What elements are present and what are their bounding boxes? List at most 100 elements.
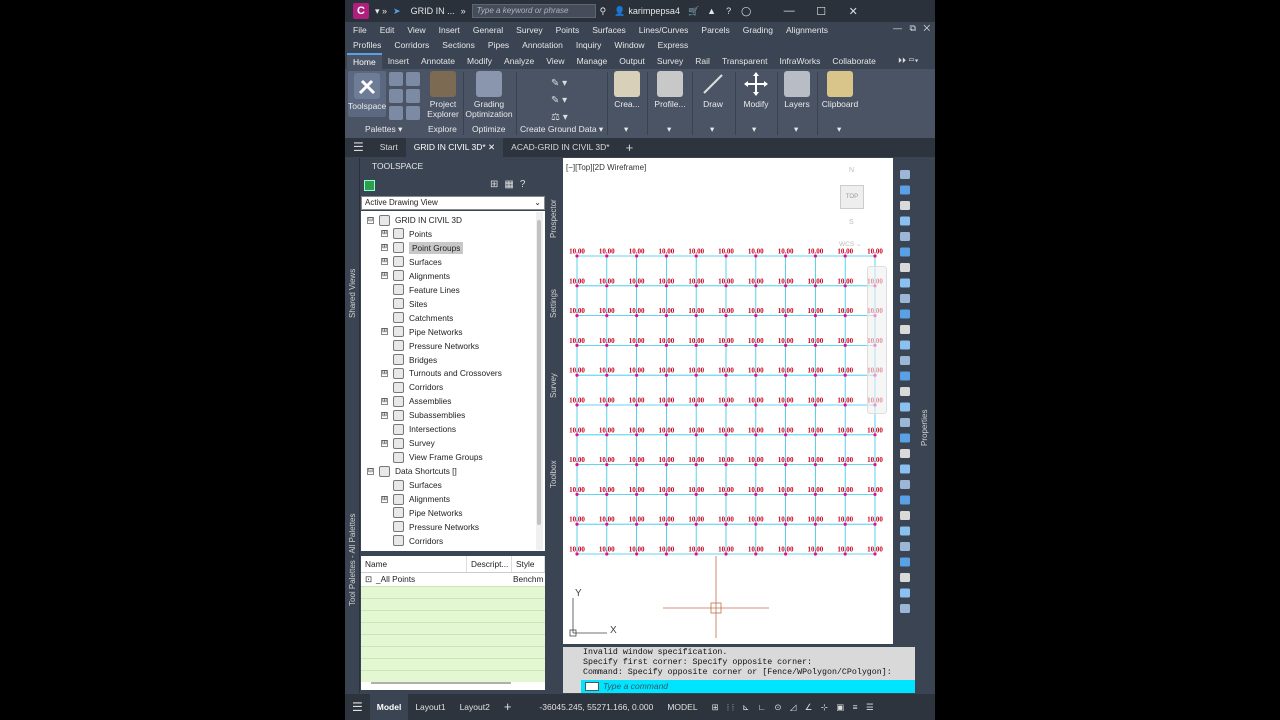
tab-grid-civil3d[interactable]: GRID IN CIVIL 3D* ✕ bbox=[405, 138, 504, 157]
tree-item[interactable]: Pressure Networks bbox=[381, 520, 479, 534]
app-logo-icon[interactable]: C bbox=[353, 3, 369, 19]
expand-icon[interactable]: ⊟ bbox=[367, 216, 374, 224]
toolbar-tool-icon[interactable] bbox=[900, 278, 910, 288]
toolspace-toolbar-icons[interactable]: ⊞▦? bbox=[490, 179, 531, 190]
search-input[interactable]: Type a keyword or phrase bbox=[471, 4, 596, 18]
ribbon-tab[interactable]: InfraWorks bbox=[773, 53, 826, 69]
toolbar-tool-icon[interactable] bbox=[900, 449, 910, 458]
expand-icon[interactable]: ⊞ bbox=[381, 258, 388, 266]
menu-item[interactable]: View bbox=[407, 25, 425, 35]
new-tab-button[interactable]: + bbox=[618, 138, 642, 157]
viewcube[interactable]: TOP bbox=[840, 185, 864, 209]
tab-layout2[interactable]: Layout2 bbox=[453, 694, 497, 720]
tool-palettes-tab[interactable]: Tool Palettes - All Palettes bbox=[348, 514, 357, 607]
draw-panel-dropdown-icon[interactable]: ▾ bbox=[710, 124, 714, 135]
menu-item[interactable]: Insert bbox=[439, 25, 460, 35]
tree-item[interactable]: ⊟ Data Shortcuts [] bbox=[367, 464, 457, 478]
tab-model[interactable]: Model bbox=[369, 694, 409, 720]
ribbon-more-icon[interactable]: ⏵⏵ ▭▾ bbox=[898, 56, 919, 66]
tree-item[interactable]: ⊞ Survey bbox=[381, 436, 435, 450]
tree-item[interactable]: ⊞ Surfaces bbox=[381, 255, 442, 269]
tree-item[interactable]: Catchments bbox=[381, 311, 453, 325]
ribbon-tab[interactable]: Output bbox=[613, 53, 651, 69]
chat-icon[interactable]: ◯ bbox=[741, 6, 751, 17]
toolbar-tool-icon[interactable] bbox=[900, 201, 910, 210]
share-icon[interactable]: ➤ bbox=[393, 6, 401, 17]
palette-small-buttons[interactable] bbox=[389, 72, 421, 122]
properties-tab[interactable]: Properties bbox=[920, 410, 929, 446]
tree-item[interactable]: Pressure Networks bbox=[381, 339, 479, 353]
shared-views-tab[interactable]: Shared Views bbox=[348, 269, 357, 318]
ribbon-tab[interactable]: Collaborate bbox=[826, 53, 881, 69]
expand-icon[interactable]: ⊞ bbox=[381, 244, 388, 252]
survey-icon[interactable] bbox=[389, 89, 403, 103]
toolbar-tool-icon[interactable] bbox=[900, 309, 910, 319]
toolbar-tool-icon[interactable] bbox=[900, 356, 910, 365]
toolbar-tool-icon[interactable] bbox=[900, 542, 910, 551]
menu-item[interactable]: Profiles bbox=[353, 40, 381, 50]
ribbon-tab[interactable]: Rail bbox=[689, 53, 716, 69]
quick-access-dropdown-icon[interactable]: ▾ » bbox=[375, 6, 387, 17]
tree-item[interactable]: ⊞ Pipe Networks bbox=[381, 325, 463, 339]
tab-settings[interactable]: Settings bbox=[549, 289, 558, 318]
expand-icon[interactable]: ⊞ bbox=[381, 230, 388, 238]
app-menu-icon[interactable]: ☰ bbox=[345, 138, 372, 157]
grid-header-description[interactable]: Descript... bbox=[467, 556, 512, 572]
tree-item[interactable]: Intersections bbox=[381, 422, 456, 436]
tree-scrollbar[interactable] bbox=[536, 212, 543, 550]
create-ground-panel-label[interactable]: Create Ground Data ▾ bbox=[520, 124, 603, 135]
tree-item[interactable]: Pipe Networks bbox=[381, 506, 463, 520]
tree-item[interactable]: ⊞ Points bbox=[381, 227, 432, 241]
toolbar-tool-icon[interactable] bbox=[900, 418, 910, 427]
viewcube-north[interactable]: N bbox=[849, 167, 854, 174]
palettes-panel-label[interactable]: Palettes ▾ bbox=[365, 124, 402, 135]
menu-item[interactable]: Surfaces bbox=[592, 25, 626, 35]
ribbon-tab[interactable]: Modify bbox=[461, 53, 498, 69]
ribbon-tab[interactable]: Home bbox=[347, 53, 382, 69]
toolbar-tool-icon[interactable] bbox=[900, 604, 910, 613]
toolbox-icon[interactable] bbox=[406, 89, 420, 103]
toolbar-tool-icon[interactable] bbox=[900, 402, 910, 412]
modify-panel-dropdown-icon[interactable]: ▾ bbox=[752, 124, 756, 135]
prospector-icon[interactable] bbox=[389, 72, 403, 86]
ribbon-tab[interactable]: View bbox=[540, 53, 570, 69]
help-icon[interactable]: ? bbox=[726, 6, 731, 16]
expand-icon[interactable]: ⊞ bbox=[381, 272, 388, 280]
toolbar-tool-icon[interactable] bbox=[900, 495, 910, 505]
create-ground-tools[interactable]: ✎ ▾ ✎ ▾ ⚖ ▾ bbox=[551, 75, 568, 126]
project-explorer-button[interactable]: Project Explorer bbox=[425, 71, 461, 119]
clipboard-panel-dropdown-icon[interactable]: ▾ bbox=[837, 124, 841, 135]
toolspace-item-icon[interactable] bbox=[364, 180, 375, 191]
grid-header-name[interactable]: Name bbox=[361, 556, 467, 572]
menu-item[interactable]: File bbox=[353, 25, 367, 35]
layers-panel-dropdown-icon[interactable]: ▾ bbox=[794, 124, 798, 135]
expand-icon[interactable]: ⊞ bbox=[381, 369, 388, 377]
clipboard-button[interactable]: Clipboard bbox=[820, 71, 860, 109]
expand-icon[interactable]: ⊞ bbox=[381, 411, 388, 419]
toolspace-button[interactable]: Toolspace bbox=[348, 71, 386, 117]
ribbon-tab[interactable]: Annotate bbox=[415, 53, 461, 69]
menu-item[interactable]: General bbox=[473, 25, 503, 35]
expand-icon[interactable]: ⊞ bbox=[381, 439, 388, 447]
toolbar-tool-icon[interactable] bbox=[900, 526, 910, 536]
viewcube-south[interactable]: S bbox=[849, 219, 854, 226]
menu-item[interactable]: Pipes bbox=[488, 40, 509, 50]
grid-h-scrollbar[interactable] bbox=[371, 682, 511, 684]
tree-item[interactable]: ⊞ Turnouts and Crossovers bbox=[381, 366, 502, 380]
layout-menu-icon[interactable]: ☰ bbox=[345, 694, 370, 720]
expand-icon[interactable]: ⊟ bbox=[367, 467, 374, 475]
toolbar-tool-icon[interactable] bbox=[900, 387, 910, 396]
tree-item[interactable]: Corridors bbox=[381, 380, 443, 394]
tree-item[interactable]: Corridors bbox=[381, 534, 443, 548]
navigation-bar[interactable] bbox=[867, 266, 887, 414]
tree-item[interactable]: Surfaces bbox=[381, 478, 442, 492]
toolbar-tool-icon[interactable] bbox=[900, 371, 910, 381]
wcs-menu[interactable]: WCS ⌄ bbox=[839, 240, 861, 248]
tab-prospector[interactable]: Prospector bbox=[549, 199, 558, 238]
tree-scroll-thumb[interactable] bbox=[537, 220, 541, 525]
menu-item[interactable]: Grading bbox=[743, 25, 773, 35]
tree-item[interactable]: Sites bbox=[381, 297, 427, 311]
tab-survey[interactable]: Survey bbox=[549, 373, 558, 398]
point-grid-drawing[interactable]: 10.00 10.00 10.00 10.00 10.00 10.00 10.00 10.00… bbox=[563, 158, 893, 644]
right-toolbar-icons[interactable] bbox=[897, 166, 917, 626]
